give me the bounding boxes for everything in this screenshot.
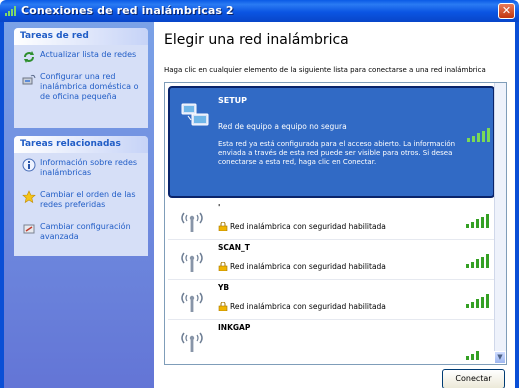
task-setup-wireless-network[interactable]: Configurar una red inalámbrica doméstica… <box>22 72 146 106</box>
network-list-scrollbar[interactable]: ▼ <box>494 83 506 364</box>
task-refresh-network-list[interactable]: Actualizar lista de redes <box>22 50 146 64</box>
signal-strength-icon <box>466 294 489 308</box>
signal-strength-icon <box>466 214 489 228</box>
network-status: Red inalámbrica con seguridad habilitada <box>230 222 386 231</box>
task-pane: Tareas de red Actualizar lista de redes … <box>4 22 154 388</box>
task-wireless-info[interactable]: Información sobre redes inalámbricas <box>22 158 146 180</box>
network-name: YB <box>218 283 230 292</box>
network-item-selected[interactable]: SETUP Red de equipo a equipo no segura E… <box>168 86 495 198</box>
lock-icon <box>218 222 228 231</box>
task-label: Actualizar lista de redes <box>40 50 137 59</box>
connect-button[interactable]: Conectar <box>442 369 505 388</box>
network-status: Red inalámbrica con seguridad habilitada <box>230 302 386 311</box>
lock-icon <box>218 262 228 271</box>
wireless-icon <box>5 6 16 16</box>
network-name: SCAN_T <box>218 243 250 252</box>
task-advanced-settings[interactable]: Cambiar configuración avanzada <box>22 222 146 244</box>
title-bar[interactable]: Conexiones de red inalámbricas 2 ✕ <box>0 0 519 22</box>
wireless-antenna-icon <box>181 252 203 272</box>
wireless-connections-window: Conexiones de red inalámbricas 2 ✕ Tarea… <box>0 0 519 388</box>
close-button[interactable]: ✕ <box>498 3 515 19</box>
network-item[interactable]: YB Red inalámbrica con seguridad habilit… <box>168 280 495 320</box>
task-label: Configurar una red inalámbrica doméstica… <box>40 72 139 101</box>
signal-strength-icon <box>466 351 479 360</box>
computer-to-computer-icon <box>181 103 209 126</box>
task-label: Cambiar el orden de las redes preferidas <box>40 190 136 209</box>
lock-icon <box>218 302 228 311</box>
network-status: Red inalámbrica con seguridad habilitada <box>230 262 386 271</box>
scroll-down-icon[interactable]: ▼ <box>494 351 506 364</box>
refresh-icon <box>24 51 34 63</box>
network-item[interactable]: ' Red inalámbrica con seguridad habilita… <box>168 200 495 240</box>
star-icon <box>22 190 36 204</box>
task-label: Cambiar configuración avanzada <box>40 222 131 241</box>
network-list[interactable]: SETUP Red de equipo a equipo no segura E… <box>164 82 507 365</box>
network-status: Red de equipo a equipo no segura <box>218 122 347 131</box>
wireless-antenna-icon <box>181 212 203 232</box>
main-pane: Elegir una red inalámbrica Haga clic en … <box>154 22 515 388</box>
wireless-setup-icon <box>22 74 36 85</box>
network-details: Esta red ya está configurada para el acc… <box>218 140 456 166</box>
window-frame-right <box>515 22 519 388</box>
task-label: Información sobre redes inalámbricas <box>40 158 138 177</box>
network-item[interactable]: INKGAP <box>168 320 495 360</box>
task-change-preferred-order[interactable]: Cambiar el orden de las redes preferidas <box>22 190 146 212</box>
network-name: ' <box>218 203 221 212</box>
network-item[interactable]: SCAN_T Red inalámbrica con seguridad hab… <box>168 240 495 280</box>
signal-strength-icon <box>466 254 489 268</box>
page-title: Elegir una red inalámbrica <box>164 32 349 48</box>
window-title: Conexiones de red inalámbricas 2 <box>21 4 234 17</box>
close-icon: ✕ <box>501 4 512 17</box>
network-name: SETUP <box>218 96 248 105</box>
settings-icon <box>23 224 35 234</box>
network-name: INKGAP <box>218 323 251 332</box>
network-tasks-heading: Tareas de red <box>14 28 148 45</box>
wireless-antenna-icon <box>181 292 203 312</box>
network-tasks-panel: Tareas de red Actualizar lista de redes … <box>14 28 148 128</box>
wireless-antenna-icon <box>181 332 203 352</box>
page-description: Haga clic en cualquier elemento de la si… <box>164 66 486 74</box>
related-tasks-heading: Tareas relacionadas <box>14 136 148 153</box>
info-icon <box>22 158 36 172</box>
related-tasks-panel: Tareas relacionadas Información sobre re… <box>14 136 148 256</box>
